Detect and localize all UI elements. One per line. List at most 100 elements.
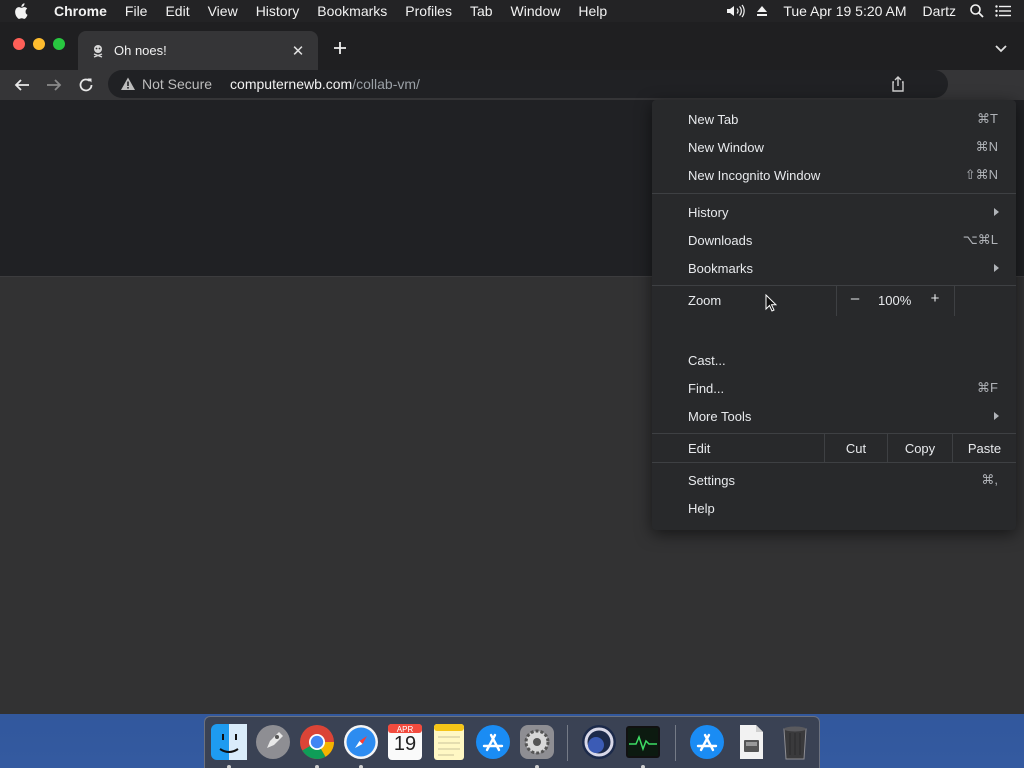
dock-downloads-app-store-icon[interactable] [687, 722, 727, 762]
edit-label: Edit [688, 441, 711, 456]
tab-close-icon[interactable]: ✕ [290, 43, 306, 60]
menu-item-find[interactable]: Find... ⌘F [652, 374, 1016, 402]
tab-strip: Oh noes! ✕ [0, 22, 1024, 70]
menu-item-more-tools[interactable]: More Tools [652, 402, 1016, 430]
dock-document-icon[interactable] [731, 722, 771, 762]
menu-item-shortcut: ⇧⌘N [964, 167, 998, 182]
menu-item-label: New Window [688, 139, 764, 155]
menu-separator [652, 193, 1016, 194]
menu-zoom-row: Zoom – 100% + [652, 286, 1016, 316]
menu-separator [652, 462, 1016, 463]
menu-item-label: Find... [688, 380, 725, 396]
security-status-label[interactable]: Not Secure [142, 76, 212, 92]
menu-edit[interactable]: Edit [156, 0, 198, 22]
submenu-arrow-icon [994, 264, 999, 272]
menu-item-shortcut: ⌥⌘L [962, 232, 998, 247]
macos-menu-bar: Chrome File Edit View History Bookmarks … [0, 0, 1024, 22]
zoom-level: 100% [878, 293, 912, 308]
volume-icon[interactable] [723, 0, 749, 22]
dock-app-store-icon[interactable] [473, 722, 513, 762]
eject-icon[interactable] [749, 0, 775, 22]
dock-cinema-4d-icon[interactable] [579, 722, 619, 762]
menu-item-cast[interactable]: Cast... [652, 346, 1016, 374]
dock-chrome-icon[interactable] [297, 722, 337, 768]
menu-item-label: Help [688, 500, 715, 516]
paste-button[interactable]: Paste [952, 434, 1016, 462]
zoom-in-button[interactable]: + [928, 290, 942, 307]
new-tab-button[interactable] [330, 38, 350, 58]
tab-search-chevron-down-icon[interactable] [994, 40, 1010, 56]
menubar-status-area: Tue Apr 19 5:20 AM Dartz [723, 0, 1024, 22]
menu-item-label: History [688, 204, 729, 220]
menu-item-shortcut: ⌘N [975, 139, 998, 154]
menu-item-new-window[interactable]: New Window ⌘N [652, 133, 1016, 161]
browser-toolbar: Not Secure computernewb.com/collab-vm/ [0, 70, 1024, 100]
url-path: /collab-vm/ [352, 76, 420, 92]
menu-tab[interactable]: Tab [461, 0, 502, 22]
menu-item-new-tab[interactable]: New Tab ⌘T [652, 105, 1016, 133]
menu-history[interactable]: History [247, 0, 309, 22]
menubar-clock[interactable]: Tue Apr 19 5:20 AM [775, 0, 914, 22]
window-close-button[interactable] [13, 38, 25, 50]
submenu-arrow-icon [994, 412, 999, 420]
back-button[interactable] [10, 73, 34, 97]
dock-trash-icon[interactable] [775, 722, 815, 762]
dock-finder-icon[interactable] [209, 722, 249, 768]
calendar-day: 19 [393, 733, 417, 755]
apple-icon[interactable] [0, 0, 42, 22]
menu-item-label: Settings [688, 472, 735, 488]
dock-safari-icon[interactable] [341, 722, 381, 768]
menu-item-bookmarks[interactable]: Bookmarks [652, 254, 1016, 282]
dock-launchpad-icon[interactable] [253, 722, 293, 762]
dock-notes-icon[interactable] [429, 722, 469, 762]
dock-separator [675, 725, 676, 761]
window-zoom-button[interactable] [53, 38, 65, 50]
dock-activity-monitor-icon[interactable] [623, 722, 663, 768]
menu-item-downloads[interactable]: Downloads ⌥⌘L [652, 226, 1016, 254]
arrow-left-icon [14, 79, 29, 91]
copy-button[interactable]: Copy [887, 434, 952, 462]
dock-calendar-icon[interactable]: APR 19 [385, 722, 425, 762]
menu-item-label: More Tools [688, 408, 752, 424]
menu-item-label: New Tab [688, 111, 739, 127]
arrow-right-icon [47, 79, 62, 91]
reload-icon [79, 78, 93, 92]
forward-button[interactable] [42, 73, 66, 97]
menu-item-history[interactable]: History [652, 198, 1016, 226]
menu-app-name[interactable]: Chrome [42, 0, 116, 22]
dock-system-preferences-icon[interactable] [517, 722, 557, 768]
notification-center-icon[interactable] [990, 0, 1016, 22]
zoom-label: Zoom [688, 293, 722, 308]
fullscreen-button[interactable] [955, 286, 1016, 316]
share-icon[interactable] [890, 76, 906, 92]
menu-item-help[interactable]: Help [652, 494, 1016, 522]
menu-item-settings[interactable]: Settings ⌘, [652, 466, 1016, 494]
mouse-cursor-icon [765, 294, 777, 312]
window-minimize-button[interactable] [33, 38, 45, 50]
menu-profiles[interactable]: Profiles [396, 0, 461, 22]
reload-button[interactable] [74, 73, 98, 97]
spotlight-search-icon[interactable] [964, 0, 990, 22]
warning-icon [121, 77, 135, 90]
menu-item-shortcut: ⌘, [981, 472, 998, 487]
tab-title: Oh noes! [114, 43, 167, 58]
menu-file[interactable]: File [116, 0, 157, 22]
menu-item-shortcut: ⌘T [977, 111, 998, 126]
menu-view[interactable]: View [199, 0, 247, 22]
menu-item-label: New Incognito Window [688, 167, 821, 183]
menu-item-shortcut: ⌘F [977, 380, 998, 395]
menu-help[interactable]: Help [569, 0, 616, 22]
tab-oh-noes[interactable]: Oh noes! ✕ [78, 31, 318, 70]
address-bar[interactable]: Not Secure computernewb.com/collab-vm/ [108, 70, 948, 98]
chrome-app-menu: New Tab ⌘T New Window ⌘N New Incognito W… [652, 100, 1016, 530]
menu-window[interactable]: Window [502, 0, 570, 22]
dock: APR 19 [204, 716, 820, 768]
menu-bookmarks[interactable]: Bookmarks [308, 0, 396, 22]
cut-button[interactable]: Cut [824, 434, 887, 462]
dock-separator [567, 725, 568, 761]
menu-edit-row: Edit Cut Copy Paste [652, 434, 1016, 462]
menubar-user[interactable]: Dartz [915, 0, 964, 22]
submenu-arrow-icon [994, 208, 999, 216]
zoom-out-button[interactable]: – [848, 290, 862, 307]
menu-item-new-incognito-window[interactable]: New Incognito Window ⇧⌘N [652, 161, 1016, 189]
